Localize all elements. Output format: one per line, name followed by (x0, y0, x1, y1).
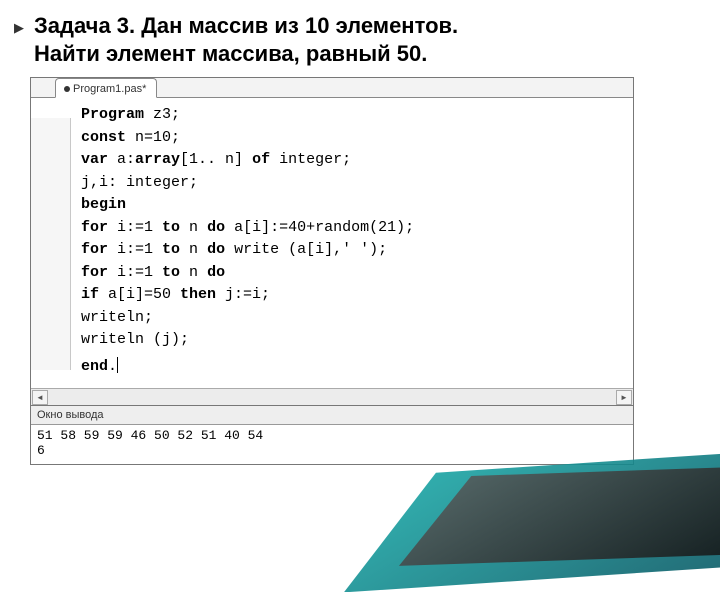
code-editor: Program1.pas* Program z3; const n=10; va… (30, 77, 634, 406)
task-title: Задача 3. Дан массив из 10 элементов. На… (34, 12, 700, 67)
bullet-icon: ▶ (14, 20, 24, 36)
output-text: 51 58 59 59 46 50 52 51 40 54 6 (31, 425, 633, 464)
tab-bar: Program1.pas* (31, 78, 633, 98)
scroll-right-icon[interactable]: ► (616, 390, 632, 405)
text-cursor (117, 357, 118, 373)
output-title: Окно вывода (31, 406, 633, 425)
title-line2: Найти элемент массива, равный 50. (34, 40, 700, 68)
tab-label: Program1.pas* (73, 83, 146, 95)
scroll-left-icon[interactable]: ◄ (32, 390, 48, 405)
output-panel: Окно вывода 51 58 59 59 46 50 52 51 40 5… (30, 406, 634, 465)
tab-program1[interactable]: Program1.pas* (55, 78, 157, 98)
title-line1: Задача 3. Дан массив из 10 элементов. (34, 12, 700, 40)
modified-dot-icon (64, 86, 70, 92)
code-area[interactable]: Program z3; const n=10; var a:array[1.. … (31, 98, 633, 388)
horizontal-scrollbar[interactable]: ◄ ► (31, 388, 633, 405)
